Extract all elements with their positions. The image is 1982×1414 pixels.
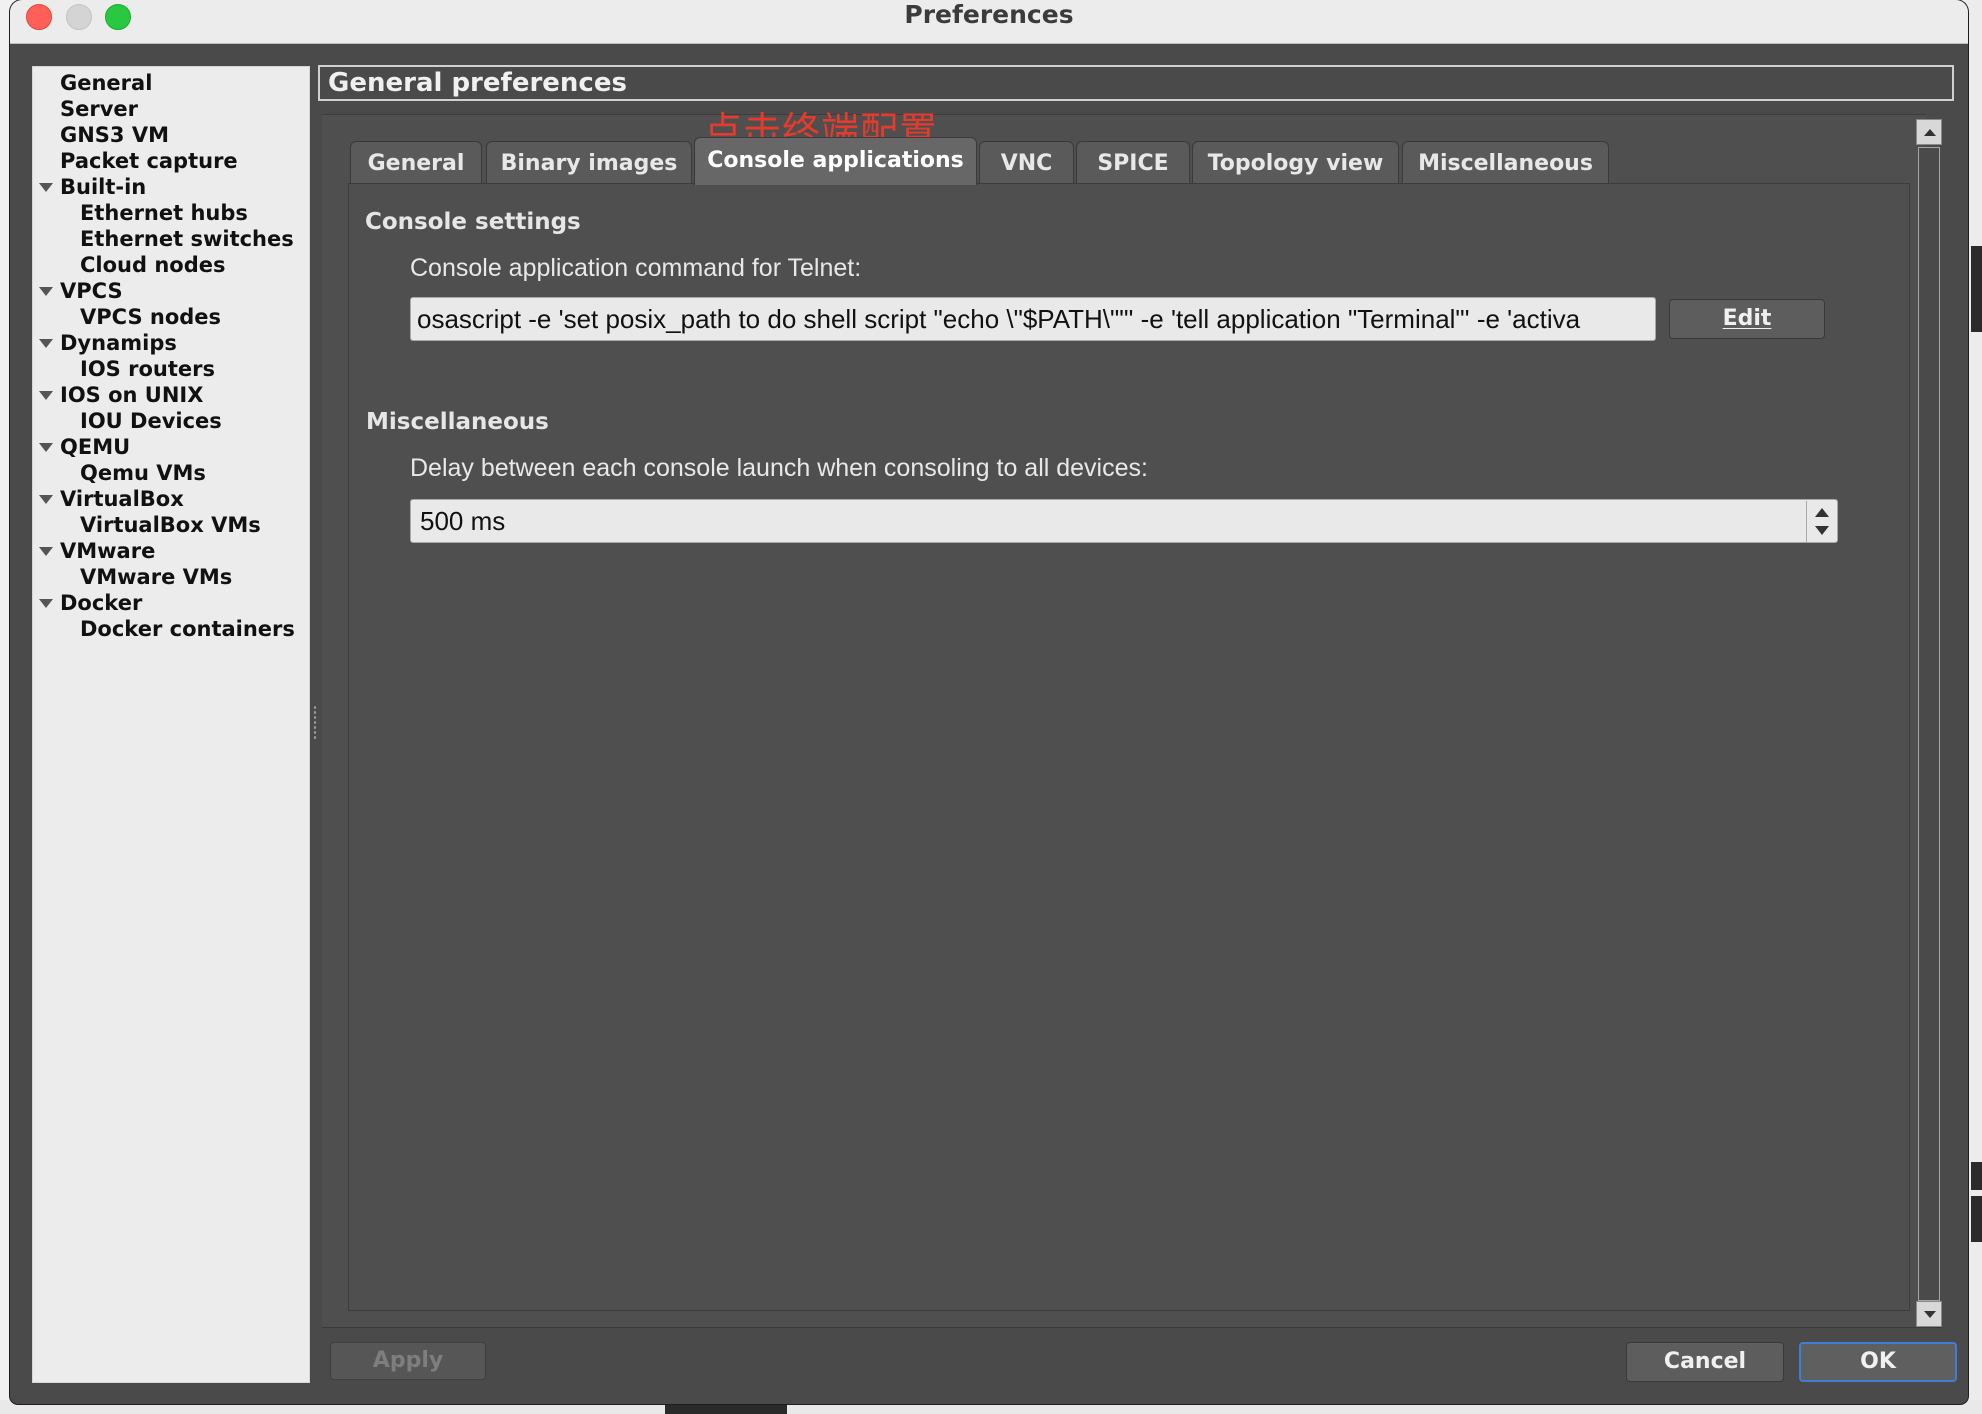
tab-spice[interactable]: SPICE	[1076, 141, 1190, 183]
sidebar-item-label: Cloud nodes	[80, 253, 226, 277]
scroll-track[interactable]	[1918, 147, 1940, 1301]
delay-spinner[interactable]	[1806, 501, 1836, 543]
desktop-block	[1971, 1162, 1982, 1190]
delay-label: Delay between each console launch when c…	[410, 454, 1148, 482]
sidebar-item-label: IOU Devices	[80, 409, 222, 433]
title-bar: Preferences	[10, 0, 1968, 44]
sidebar-item[interactable]: VPCS nodes	[80, 304, 221, 330]
preferences-window: Preferences General Server GNS3 VM Packet c…	[10, 0, 1968, 1404]
sidebar-item[interactable]: VMware VMs	[80, 564, 232, 590]
sidebar-item[interactable]: IOS on UNIX	[39, 382, 204, 408]
expand-arrow-icon[interactable]	[39, 339, 53, 348]
sidebar-item[interactable]: Packet capture	[60, 148, 238, 174]
sidebar-item[interactable]: Dynamips	[39, 330, 177, 356]
sidebar-item-label: VMware	[60, 539, 156, 563]
expand-arrow-icon[interactable]	[39, 391, 53, 400]
sidebar-item[interactable]: Built-in	[39, 174, 147, 200]
spin-down-icon[interactable]	[1815, 526, 1829, 535]
expand-arrow-icon[interactable]	[39, 287, 53, 296]
sidebar-item-label: VMware VMs	[80, 565, 233, 589]
tab-vnc[interactable]: VNC	[979, 141, 1074, 183]
sidebar-item[interactable]: Ethernet switches	[80, 226, 294, 252]
sidebar-item[interactable]: VirtualBox VMs	[80, 512, 261, 538]
sidebar-item-label: Dynamips	[60, 331, 177, 355]
sidebar-item-label: Packet capture	[60, 149, 238, 173]
sidebar-item-label: IOS routers	[80, 357, 215, 381]
sidebar-item[interactable]: VirtualBox	[39, 486, 184, 512]
miscellaneous-title: Miscellaneous	[366, 409, 549, 435]
sidebar-item-label: Ethernet switches	[80, 227, 294, 251]
arrow-up-icon	[1924, 129, 1936, 136]
sidebar-item[interactable]: VPCS	[39, 278, 123, 304]
cancel-button[interactable]: Cancel	[1626, 1342, 1784, 1382]
sidebar-item[interactable]: Docker containers	[80, 616, 295, 642]
splitter-handle[interactable]	[313, 705, 317, 741]
sidebar-item[interactable]: Server	[60, 96, 138, 122]
edit-button[interactable]: Edit	[1669, 299, 1825, 339]
desktop-block	[1971, 1196, 1982, 1242]
sidebar-item-label: VPCS nodes	[80, 305, 222, 329]
sidebar-item-label: QEMU	[60, 435, 131, 459]
apply-button[interactable]: Apply	[330, 1342, 486, 1380]
tab-page-console-applications	[348, 183, 1910, 1311]
scroll-down-button[interactable]	[1916, 1301, 1942, 1327]
sidebar-item-label: VPCS	[60, 279, 123, 303]
tab-general[interactable]: General	[350, 141, 482, 183]
tab-topology-view[interactable]: Topology view	[1192, 141, 1399, 183]
sidebar-item-label: Qemu VMs	[80, 461, 206, 485]
sidebar-item[interactable]: General	[60, 70, 152, 96]
sidebar-item-label: Built-in	[60, 175, 147, 199]
sidebar-item[interactable]: Ethernet hubs	[80, 200, 248, 226]
desktop-block	[1971, 246, 1982, 332]
sidebar-item[interactable]: Qemu VMs	[80, 460, 206, 486]
sidebar-item-label: Ethernet hubs	[80, 201, 248, 225]
sidebar-item-label: Docker containers	[80, 617, 295, 641]
scroll-up-button[interactable]	[1916, 119, 1942, 145]
sidebar-item-label: General	[60, 71, 153, 95]
expand-arrow-icon[interactable]	[39, 443, 53, 452]
sidebar-item[interactable]: IOU Devices	[80, 408, 222, 434]
sidebar-item-label: VirtualBox	[60, 487, 184, 511]
console-settings-title: Console settings	[365, 209, 581, 235]
edit-button-label: Edit	[1722, 306, 1772, 331]
sidebar-item-label: Docker	[60, 591, 143, 615]
window-title: Preferences	[904, 0, 1074, 29]
page-title: General preferences	[318, 65, 1954, 101]
sidebar-item[interactable]: IOS routers	[80, 356, 215, 382]
vertical-scrollbar[interactable]	[1916, 119, 1942, 1327]
ok-button[interactable]: OK	[1799, 1342, 1957, 1382]
sidebar-item[interactable]: GNS3 VM	[60, 122, 169, 148]
sidebar-item[interactable]: VMware	[39, 538, 156, 564]
preferences-tree: General Server GNS3 VM Packet capture Built-…	[32, 66, 310, 1383]
sidebar-item[interactable]: Cloud nodes	[80, 252, 225, 278]
arrow-down-icon	[1924, 1311, 1936, 1318]
tab-binary-images[interactable]: Binary images	[486, 141, 692, 183]
sidebar-item-label: Server	[60, 97, 139, 121]
expand-arrow-icon[interactable]	[39, 599, 53, 608]
spin-up-icon[interactable]	[1815, 508, 1829, 517]
sidebar-item[interactable]: Docker	[39, 590, 143, 616]
telnet-command-label: Console application command for Telnet:	[410, 254, 862, 282]
telnet-command-input[interactable]	[410, 297, 1656, 341]
sidebar-item-label: GNS3 VM	[60, 123, 170, 147]
footer-divider	[322, 1327, 1942, 1328]
sidebar-item-label: IOS on UNIX	[60, 383, 204, 407]
sidebar-item-label: VirtualBox VMs	[80, 513, 261, 537]
tab-miscellaneous[interactable]: Miscellaneous	[1402, 141, 1609, 183]
tab-console-applications[interactable]: Console applications	[694, 137, 977, 185]
expand-arrow-icon[interactable]	[39, 495, 53, 504]
expand-arrow-icon[interactable]	[39, 547, 53, 556]
expand-arrow-icon[interactable]	[39, 183, 53, 192]
sidebar-item[interactable]: QEMU	[39, 434, 131, 460]
delay-input[interactable]	[410, 499, 1838, 543]
